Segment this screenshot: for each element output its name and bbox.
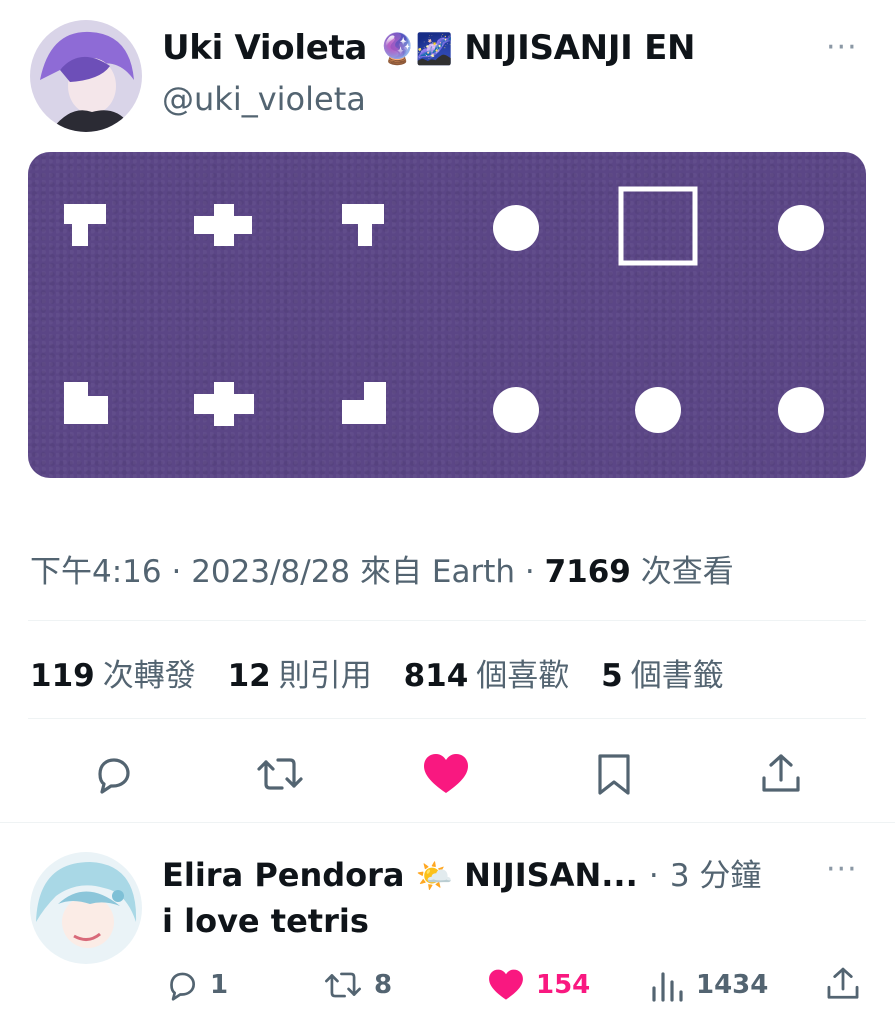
circle-icon	[493, 205, 539, 251]
author-name[interactable]: Uki Violeta	[162, 28, 367, 68]
reply-author-row[interactable]: Elira Pendora 🌤️ NIJISAN... · 3 分鐘	[162, 850, 761, 895]
reply-count: 1	[210, 970, 229, 1000]
retweet-count: 8	[374, 970, 393, 1000]
reply-author-affiliation: NIJISAN...	[464, 856, 638, 894]
tweet-source: Earth	[431, 554, 516, 590]
quote-stat[interactable]: 12 則引用	[228, 658, 372, 694]
tweet-date[interactable]: 2023/8/28	[191, 554, 350, 590]
view-count: 1434	[696, 970, 769, 1000]
like-button[interactable]	[420, 750, 472, 798]
cross-icon	[194, 382, 254, 426]
share-icon	[827, 967, 859, 999]
section-divider	[0, 822, 895, 823]
share-button[interactable]	[758, 750, 804, 798]
retweet-icon	[257, 758, 303, 790]
author-affiliation: NIJISANJI EN	[464, 28, 696, 68]
circle-icon	[778, 205, 824, 251]
author-name-row[interactable]: Uki Violeta 🔮🌌 NIJISANJI EN	[162, 28, 695, 68]
circle-icon	[778, 387, 824, 433]
view-count: 7169	[544, 554, 631, 590]
reply-icon	[170, 972, 196, 1001]
more-options-icon[interactable]: ···	[826, 30, 858, 65]
bookmark-button[interactable]	[592, 750, 636, 798]
tetris-piece-icon	[342, 382, 386, 424]
tetris-pieces-image	[64, 186, 824, 433]
tetris-piece-icon	[342, 204, 384, 246]
reply-views-button[interactable]: 1434	[650, 966, 768, 1004]
reply-button[interactable]	[88, 750, 136, 798]
reply-icon	[98, 758, 130, 794]
author-avatar[interactable]	[30, 20, 142, 132]
reply-retweet-button[interactable]: 8	[322, 966, 392, 1004]
reply-reply-button[interactable]: 1	[162, 966, 228, 1004]
bookmark-stat[interactable]: 5 個書籤	[601, 658, 724, 694]
cross-icon	[194, 204, 252, 246]
like-count: 154	[536, 970, 591, 1000]
tetris-piece-icon	[64, 204, 106, 246]
reply-time[interactable]: 3 分鐘	[670, 858, 762, 894]
tweet-time[interactable]: 下午4:16	[30, 554, 162, 590]
retweet-button[interactable]	[254, 750, 306, 798]
reply-author-emoji: 🌤️	[415, 859, 454, 894]
reply-more-options-icon[interactable]: ···	[826, 852, 858, 887]
divider	[28, 620, 866, 621]
heart-filled-icon	[489, 969, 523, 1000]
reply-share-button[interactable]	[824, 964, 862, 1008]
share-icon	[762, 754, 800, 792]
reply-text: i love tetris	[162, 902, 369, 940]
view-label: 次查看	[640, 554, 734, 590]
reply-like-button[interactable]: 154	[486, 966, 590, 1004]
source-prefix: 來自	[360, 554, 423, 590]
circle-icon	[635, 387, 681, 433]
tweet-image[interactable]	[28, 152, 866, 478]
like-stat[interactable]: 814 個喜歡	[404, 658, 570, 694]
author-handle[interactable]: @uki_violeta	[162, 80, 366, 118]
analytics-icon	[652, 972, 683, 1002]
tweet-meta: 下午4:16 · 2023/8/28 來自 Earth · 7169 次查看	[30, 554, 734, 590]
engagement-stats: 119 次轉發 12 則引用 814 個喜歡 5 個書籤	[30, 650, 746, 695]
retweet-icon	[325, 972, 361, 998]
square-outline-icon	[618, 186, 698, 266]
circle-icon	[493, 387, 539, 433]
tetris-piece-icon	[64, 382, 108, 424]
author-emojis: 🔮🌌	[378, 32, 453, 67]
reply-author-avatar[interactable]	[30, 852, 142, 964]
heart-filled-icon	[424, 754, 468, 793]
reply-author-name[interactable]: Elira Pendora	[162, 856, 405, 894]
retweet-stat[interactable]: 119 次轉發	[30, 658, 196, 694]
bookmark-icon	[598, 754, 630, 795]
divider	[28, 718, 866, 719]
